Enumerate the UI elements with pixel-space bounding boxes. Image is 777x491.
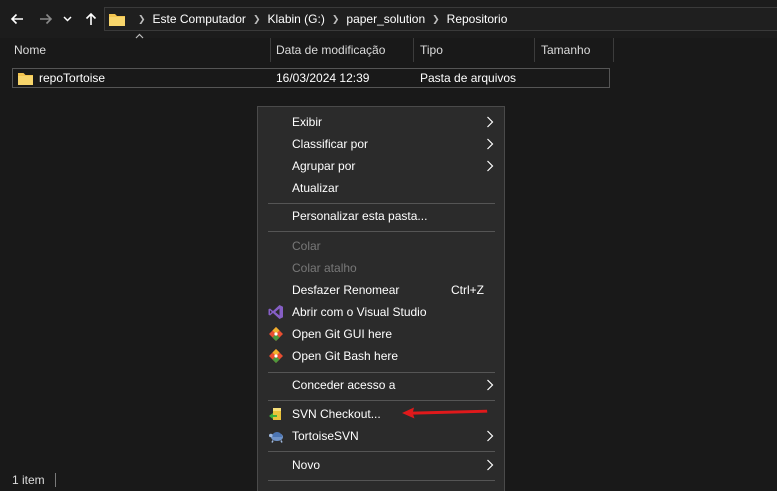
menu-item-tortoisesvn[interactable]: TortoiseSVN: [258, 425, 504, 447]
chevron-right-icon: [487, 459, 494, 471]
chevron-right-icon: [487, 138, 494, 150]
column-name[interactable]: Nome: [8, 38, 270, 62]
menu-item-personalizar-pasta[interactable]: Personalizar esta pasta...: [258, 205, 504, 227]
breadcrumb-repositorio[interactable]: Repositorio: [447, 12, 508, 26]
file-modified: 16/03/2024 12:39: [276, 71, 370, 85]
menu-item-conceder-acesso[interactable]: Conceder acesso a: [258, 374, 504, 396]
menu-item-open-git-bash[interactable]: Open Git Bash here: [258, 345, 504, 367]
breadcrumb-separator-icon: ❯: [432, 13, 440, 24]
menu-item-colar: Colar: [258, 235, 504, 257]
git-bash-icon: [269, 349, 283, 363]
menu-separator: [268, 203, 495, 204]
breadcrumb-paper-solution[interactable]: paper_solution: [346, 12, 425, 26]
menu-item-desfazer-renomear[interactable]: Desfazer Renomear Ctrl+Z: [258, 279, 504, 301]
menu-item-classificar-por[interactable]: Classificar por: [258, 133, 504, 155]
menu-item-open-git-gui[interactable]: Open Git GUI here: [258, 323, 504, 345]
arrow-right-icon: [40, 13, 53, 25]
tortoisesvn-icon: [269, 432, 283, 443]
menu-item-label: Abrir com o Visual Studio: [292, 305, 427, 319]
back-button[interactable]: [6, 8, 28, 30]
arrow-up-icon: [85, 12, 97, 25]
menu-item-exibir[interactable]: Exibir: [258, 111, 504, 133]
context-menu: Exibir Classificar por Agrupar por Atual…: [257, 106, 505, 491]
menu-item-agrupar-por[interactable]: Agrupar por: [258, 155, 504, 177]
menu-item-label: Personalizar esta pasta...: [292, 209, 428, 223]
menu-separator: [268, 451, 495, 452]
breadcrumb-klabin[interactable]: Klabin (G:): [267, 12, 324, 26]
menu-item-atualizar[interactable]: Atualizar: [258, 177, 504, 199]
menu-item-label: Open Git Bash here: [292, 349, 399, 363]
item-count: 1 item: [12, 472, 45, 487]
file-name-cell: repoTortoise: [18, 69, 105, 87]
file-type: Pasta de arquivos: [420, 71, 517, 85]
menu-item-label: Desfazer Renomear: [292, 283, 400, 297]
address-bar[interactable]: ❯ Este Computador ❯ Klabin (G:) ❯ paper_…: [104, 7, 777, 31]
recent-locations-button[interactable]: [59, 8, 75, 30]
status-divider: [54, 472, 56, 487]
folder-icon: [109, 14, 125, 26]
menu-item-label: Agrupar por: [292, 159, 356, 173]
menu-separator: [268, 372, 495, 373]
file-row[interactable]: repoTortoise 16/03/2024 12:39 Pasta de a…: [12, 68, 610, 88]
breadcrumb-separator-icon: ❯: [138, 13, 146, 24]
breadcrumb-este-computador[interactable]: Este Computador: [153, 12, 246, 26]
visual-studio-icon: [268, 305, 283, 319]
breadcrumb-separator-icon: ❯: [331, 13, 340, 24]
column-divider[interactable]: [613, 38, 614, 62]
chevron-right-icon: [487, 160, 494, 172]
navigation-bar: ❯ Este Computador ❯ Klabin (G:) ❯ paper_…: [0, 0, 777, 38]
column-modified[interactable]: Data de modificação: [270, 38, 413, 62]
menu-item-label: Conceder acesso a: [292, 378, 396, 392]
chevron-right-icon: [487, 430, 494, 442]
menu-item-label: Atualizar: [292, 181, 339, 195]
menu-item-label: TortoiseSVN: [292, 429, 359, 443]
menu-item-label: Classificar por: [292, 137, 369, 151]
menu-item-shortcut: Ctrl+Z: [451, 283, 484, 297]
menu-item-novo[interactable]: Novo: [258, 454, 504, 476]
menu-item-abrir-visual-studio[interactable]: Abrir com o Visual Studio: [258, 301, 504, 323]
breadcrumb-separator-icon: ❯: [252, 13, 261, 24]
annotation-arrow-icon: [402, 407, 488, 419]
menu-separator: [268, 400, 495, 401]
menu-item-label: Colar atalho: [292, 261, 357, 275]
menu-item-label: Exibir: [292, 115, 323, 129]
menu-item-label: Colar: [292, 239, 321, 253]
status-bar: 1 item: [0, 468, 257, 491]
column-header: Nome Data de modificação Tipo Tamanho: [0, 38, 777, 62]
menu-separator: [268, 480, 495, 481]
chevron-down-icon: [62, 16, 72, 22]
forward-button[interactable]: [35, 8, 57, 30]
file-name: repoTortoise: [39, 71, 106, 85]
svn-checkout-icon: [269, 408, 281, 420]
folder-icon: [18, 72, 33, 85]
chevron-right-icon: [487, 379, 494, 391]
git-gui-icon: [269, 327, 283, 341]
column-size[interactable]: Tamanho: [535, 38, 613, 62]
menu-item-colar-atalho: Colar atalho: [258, 257, 504, 279]
menu-item-label: Open Git GUI here: [292, 327, 393, 341]
column-type[interactable]: Tipo: [414, 38, 534, 62]
menu-item-label: SVN Checkout...: [292, 407, 381, 421]
up-button[interactable]: [80, 8, 102, 30]
menu-separator: [268, 231, 495, 232]
menu-item-label: Novo: [292, 458, 321, 472]
chevron-right-icon: [487, 116, 494, 128]
arrow-left-icon: [10, 13, 23, 25]
